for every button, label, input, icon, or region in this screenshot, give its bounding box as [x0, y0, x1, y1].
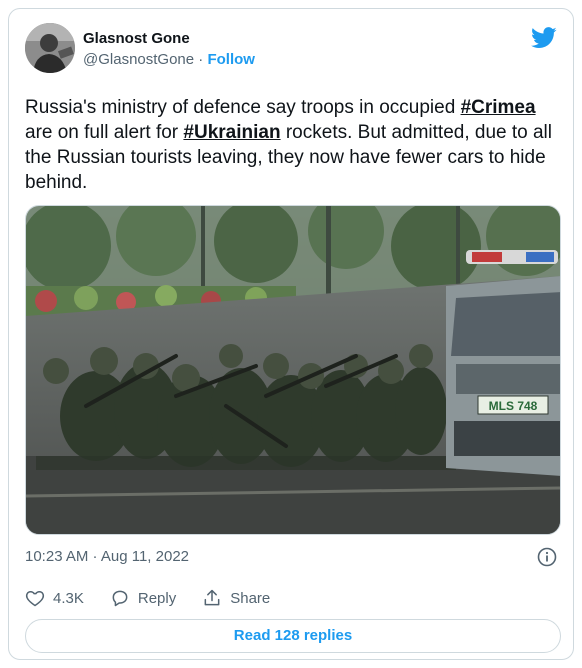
share-button[interactable]: Share: [202, 588, 270, 608]
author-display-name[interactable]: Glasnost Gone: [83, 29, 255, 48]
share-label: Share: [230, 589, 271, 607]
like-button[interactable]: 4.3K: [25, 588, 84, 608]
author-info: Glasnost Gone @GlasnostGone · Follow: [83, 29, 255, 70]
follow-link[interactable]: Follow: [207, 51, 255, 68]
tweet-card: Glasnost Gone @GlasnostGone · Follow Rus…: [8, 8, 574, 660]
handle-separator: ·: [194, 51, 208, 68]
twitter-bird-icon[interactable]: [531, 27, 557, 49]
tweet-text-part-2: are on full alert for: [25, 122, 184, 143]
author-handle[interactable]: @GlasnostGone: [83, 51, 194, 68]
tweet-header: Glasnost Gone @GlasnostGone · Follow: [25, 23, 557, 75]
timestamp[interactable]: 10:23 AM · Aug 11, 2022: [25, 548, 189, 565]
read-replies-button[interactable]: Read 128 replies: [25, 619, 561, 653]
tweet-photo[interactable]: MLS 748: [25, 205, 561, 535]
reply-button[interactable]: Reply: [110, 588, 176, 608]
tweet-text-part-1: Russia's ministry of defence say troops …: [25, 97, 461, 118]
share-icon: [204, 589, 220, 606]
tweet-actions: 4.3K Reply Share: [25, 585, 296, 611]
hashtag-crimea[interactable]: #Crimea: [461, 97, 536, 118]
like-count: 4.3K: [53, 589, 84, 607]
heart-icon: [25, 590, 45, 607]
reply-icon: [112, 590, 128, 607]
tweet-meta: 10:23 AM · Aug 11, 2022: [25, 545, 557, 569]
author-handle-row: @GlasnostGone · Follow: [83, 50, 255, 70]
tweet-text: Russia's ministry of defence say troops …: [25, 95, 561, 195]
hashtag-ukrainian[interactable]: #Ukrainian: [183, 122, 280, 143]
info-icon[interactable]: [537, 547, 557, 567]
reply-label: Reply: [137, 589, 177, 607]
avatar[interactable]: [25, 23, 75, 73]
license-plate: MLS 748: [489, 399, 538, 413]
